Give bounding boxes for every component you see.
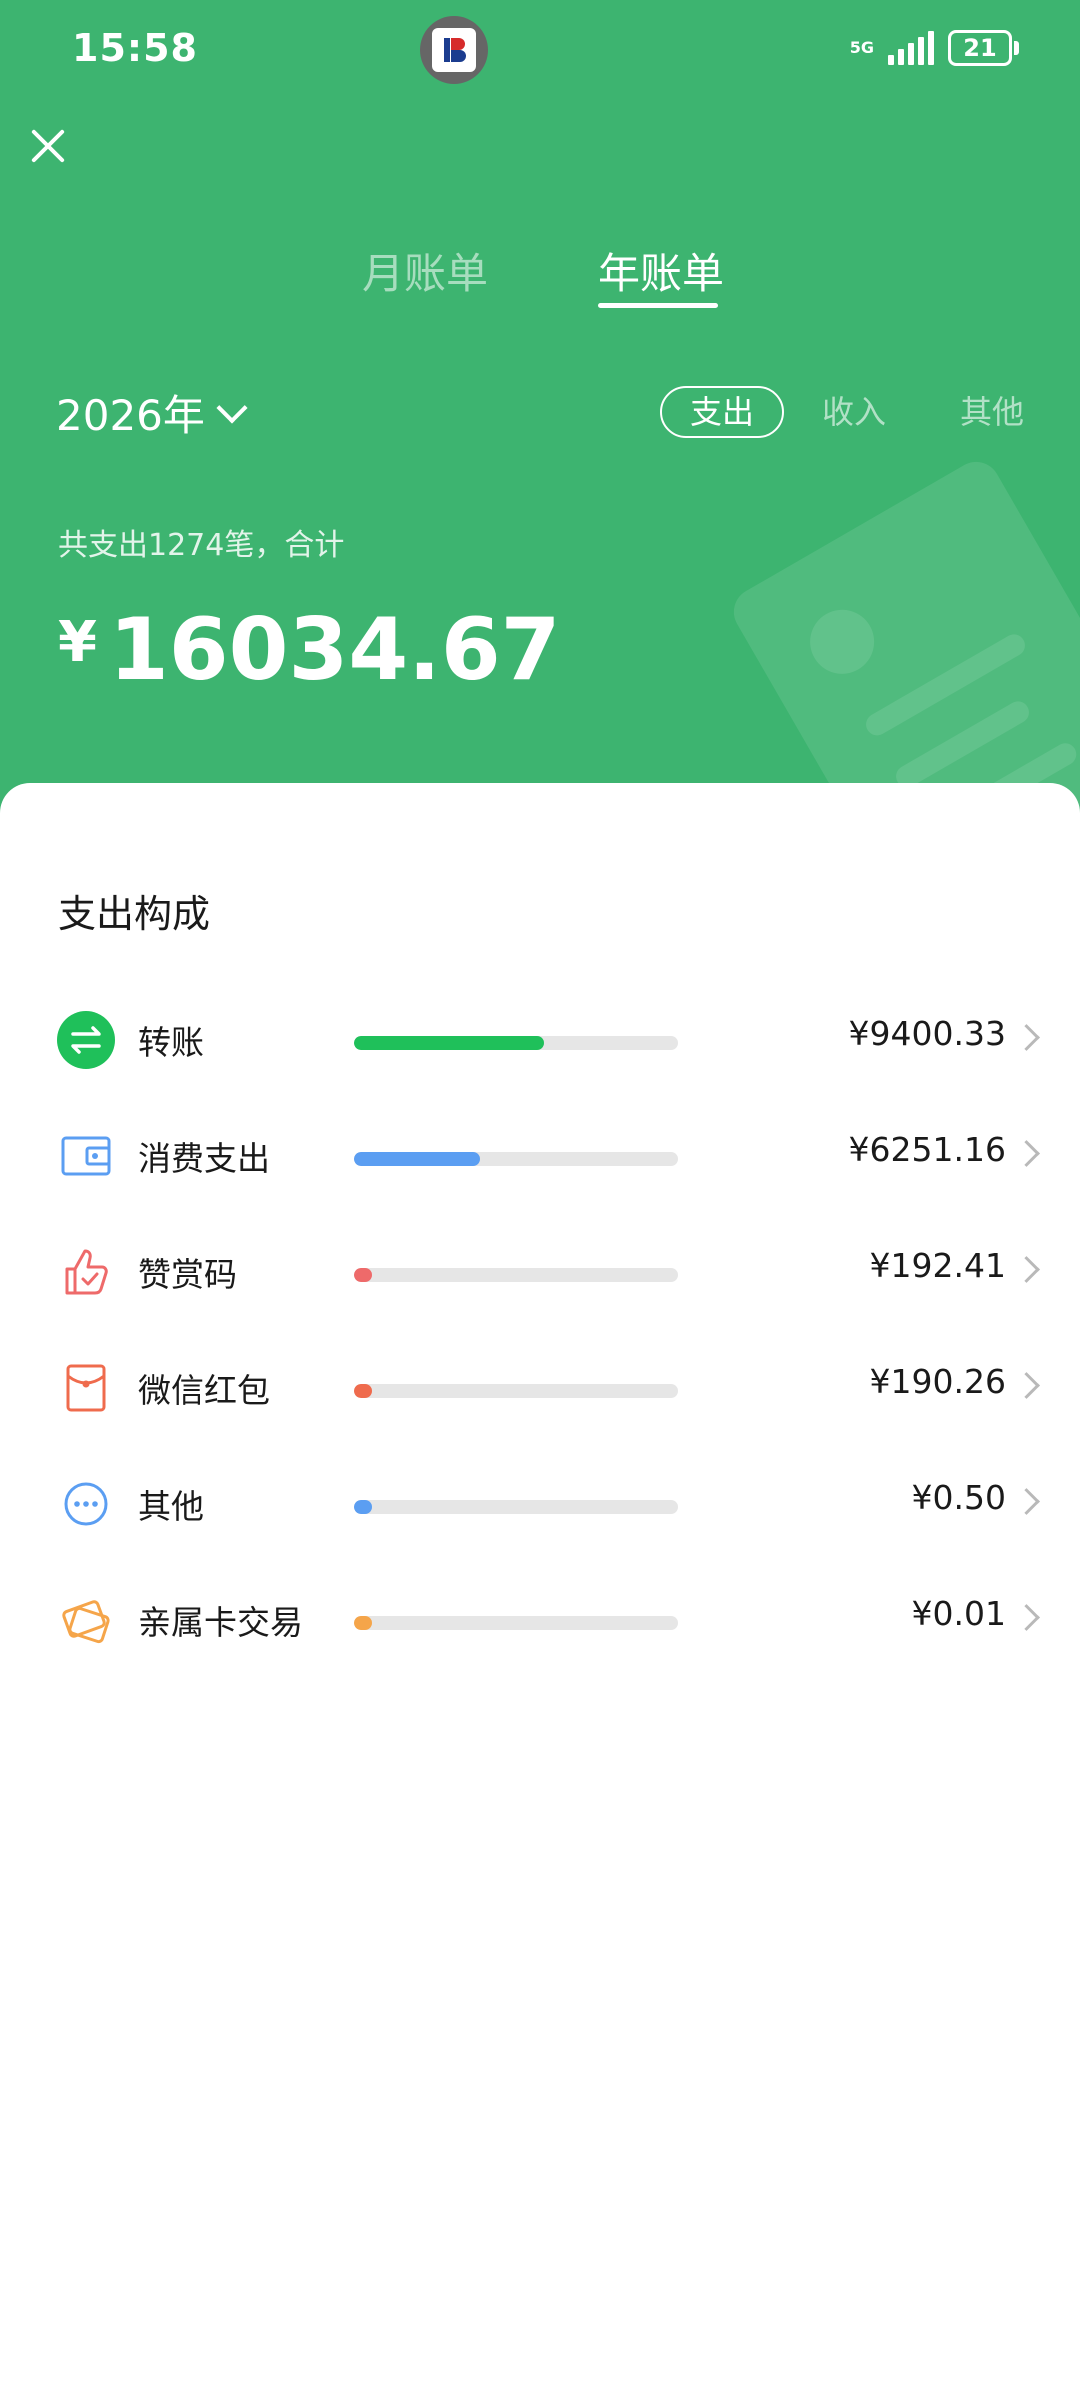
status-indicators: 5G 21 — [849, 30, 1019, 66]
share-bar — [354, 1500, 678, 1514]
breakdown-row-red-envelope[interactable]: 微信红包 ¥190.26 — [0, 1332, 1080, 1448]
red-envelope-icon — [56, 1358, 116, 1418]
breakdown-amount: ¥190.26 — [869, 1362, 1006, 1401]
share-fill — [354, 1616, 372, 1630]
active-tab-indicator — [598, 303, 718, 308]
breakdown-amount: ¥192.41 — [869, 1246, 1006, 1285]
transfer-icon — [56, 1010, 116, 1070]
more-dots-icon — [56, 1474, 116, 1534]
tab-monthly-bill[interactable]: 月账单 — [362, 240, 488, 301]
breakdown-amount: ¥6251.16 — [848, 1130, 1006, 1169]
thumbs-up-icon — [56, 1242, 116, 1302]
year-selector[interactable]: 2026年 — [56, 382, 248, 443]
total-value: 16034.67 — [108, 600, 561, 700]
share-fill — [354, 1384, 372, 1398]
battery-icon: 21 — [948, 30, 1019, 66]
battery-level: 21 — [963, 34, 997, 62]
network-type: 5G — [849, 38, 874, 57]
share-fill — [354, 1036, 544, 1050]
expense-breakdown-sheet: 支出构成 转账 ¥9400.33 消费支出 ¥6251.16 赞赏码 ¥192.… — [0, 783, 1080, 2400]
breakdown-label: 亲属卡交易 — [138, 1603, 303, 1642]
chevron-right-icon — [1013, 1604, 1040, 1631]
chevron-right-icon — [1013, 1024, 1040, 1051]
filter-expense[interactable]: 支出 — [660, 386, 785, 438]
share-fill — [354, 1268, 372, 1282]
breakdown-label: 转账 — [138, 1023, 204, 1062]
breakdown-label: 赞赏码 — [138, 1255, 237, 1294]
breakdown-label: 消费支出 — [138, 1139, 270, 1178]
family-card-icon — [56, 1590, 116, 1650]
tab-yearly-bill[interactable]: 年账单 — [598, 240, 724, 301]
chevron-right-icon — [1013, 1140, 1040, 1167]
breakdown-amount: ¥0.50 — [911, 1478, 1006, 1517]
breakdown-row-consumption[interactable]: 消费支出 ¥6251.16 — [0, 1100, 1080, 1216]
breakdown-row-transfer[interactable]: 转账 ¥9400.33 — [0, 984, 1080, 1100]
signal-icon — [888, 31, 934, 65]
filter-income[interactable]: 收入 — [822, 388, 886, 436]
breakdown-row-other[interactable]: 其他 ¥0.50 — [0, 1448, 1080, 1564]
status-time: 15:58 — [72, 26, 198, 70]
breakdown-amount: ¥0.01 — [911, 1594, 1006, 1633]
filter-other[interactable]: 其他 — [960, 388, 1024, 436]
chevron-right-icon — [1013, 1256, 1040, 1283]
chevron-right-icon — [1013, 1372, 1040, 1399]
year-label: 2026年 — [56, 391, 205, 440]
app-notification-icon — [420, 16, 488, 84]
decorative-bill-illustration — [725, 453, 1080, 820]
total-amount: ¥ 16034.67 — [58, 600, 561, 700]
share-bar — [354, 1384, 678, 1398]
bill-header: 15:58 5G 21 月账单 年账单 2026年 支出 收入 其他 共支出12… — [0, 0, 1080, 820]
chevron-down-icon — [216, 391, 248, 424]
breakdown-title: 支出构成 — [58, 892, 211, 936]
breakdown-amount: ¥9400.33 — [848, 1014, 1006, 1053]
breakdown-label: 微信红包 — [138, 1371, 270, 1410]
breakdown-row-appreciation-code[interactable]: 赞赏码 ¥192.41 — [0, 1216, 1080, 1332]
currency-symbol: ¥ — [58, 610, 97, 675]
close-icon[interactable] — [28, 126, 68, 166]
share-bar — [354, 1036, 678, 1050]
wallet-icon — [56, 1126, 116, 1186]
breakdown-label: 其他 — [138, 1487, 204, 1526]
breakdown-row-family-card[interactable]: 亲属卡交易 ¥0.01 — [0, 1564, 1080, 1680]
share-fill — [354, 1500, 372, 1514]
chevron-right-icon — [1013, 1488, 1040, 1515]
share-bar — [354, 1268, 678, 1282]
summary-label: 共支出1274笔，合计 — [58, 528, 345, 563]
share-fill — [354, 1152, 481, 1166]
share-bar — [354, 1152, 678, 1166]
share-bar — [354, 1616, 678, 1630]
